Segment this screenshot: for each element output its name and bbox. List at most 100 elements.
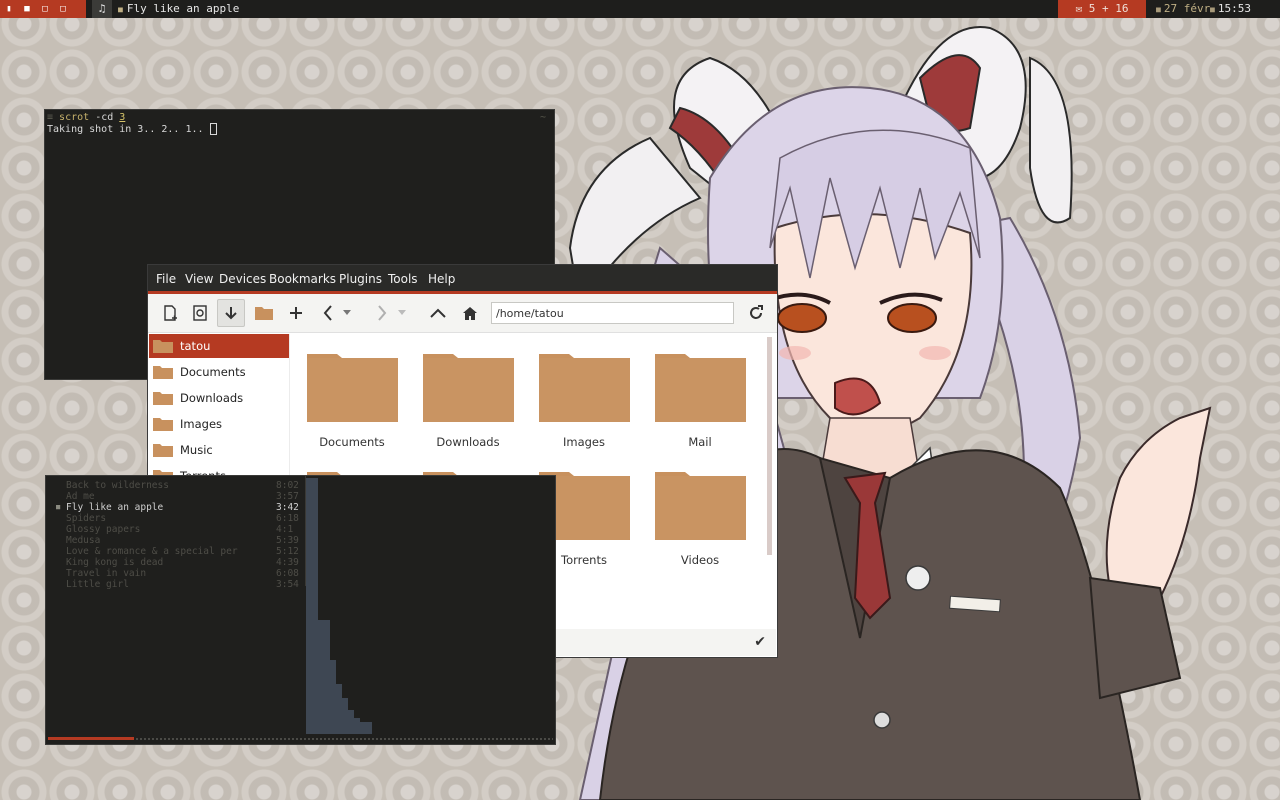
workspace-4-button[interactable]: □ <box>54 0 72 18</box>
visualizer-bar <box>330 660 336 734</box>
cwd-marker: ~ <box>539 112 546 123</box>
forward-icon[interactable] <box>368 299 396 327</box>
mail-indicator[interactable]: ✉ 5 + 16 <box>1058 0 1146 18</box>
folder-label: Documents <box>319 435 385 449</box>
playlist-track[interactable]: Ad me 3:57 <box>56 491 306 502</box>
command-delay: 3 <box>119 112 126 123</box>
date-widget: ■ 27 févr. <box>1156 0 1217 19</box>
folder-icon <box>655 472 746 540</box>
folder-label: Videos <box>680 553 720 567</box>
playlist-track[interactable]: Love & romance & a special per 5:12 <box>56 546 306 557</box>
workspace-3-button[interactable]: □ <box>36 0 54 18</box>
sidebar-item-downloads[interactable]: Downloads <box>149 386 289 410</box>
sidebar-item-tatou[interactable]: tatou <box>149 334 289 358</box>
parent-directory-icon[interactable] <box>424 299 452 327</box>
folder-label: Images <box>562 435 605 449</box>
track-title: Ad me <box>66 491 95 502</box>
folder-icon <box>153 444 173 457</box>
track-duration: 5:12 <box>276 546 299 557</box>
menu-tools[interactable]: Tools <box>388 272 418 286</box>
bullet-icon: ■ <box>1156 5 1161 14</box>
back-history-dropdown-icon[interactable] <box>340 299 354 327</box>
menu-view[interactable]: View <box>185 272 213 286</box>
toolbar <box>148 294 777 333</box>
cursor-block <box>209 123 217 135</box>
bullet-icon: ■ <box>1210 5 1215 14</box>
folder-icon <box>153 392 173 405</box>
time-label: 15:53 <box>1217 2 1251 15</box>
music-player-window[interactable]: Back to wilderness 8:02 Ad me 3:57 ■ Fly li… <box>45 475 556 745</box>
add-icon[interactable] <box>282 299 310 327</box>
download-icon[interactable] <box>217 299 245 327</box>
playlist-track[interactable]: Back to wilderness 8:02 <box>56 480 306 491</box>
track-title: Glossy papers <box>66 524 141 535</box>
folder-icon <box>153 340 173 353</box>
command-name: scrot <box>59 112 90 123</box>
status-bar: ✔ <box>555 629 776 656</box>
track-title: Medusa <box>66 535 101 546</box>
visualizer-bar <box>336 684 342 734</box>
sidebar-item-label: Downloads <box>180 391 244 405</box>
date-label: 27 févr. <box>1163 2 1217 15</box>
visualizer-bar <box>342 698 348 734</box>
menu-help[interactable]: Help <box>428 272 455 286</box>
playlist-track[interactable]: Medusa 5:39 <box>56 535 306 546</box>
playlist-track[interactable]: Travel in vain 6:08 <box>56 568 306 579</box>
forward-history-dropdown-icon[interactable] <box>395 299 409 327</box>
workspace-switcher: ▮ ■ □ □ <box>0 0 86 18</box>
playlist-track[interactable]: Little girl 3:54 <box>56 579 306 590</box>
track-duration: 6:18 <box>276 513 299 524</box>
home-icon[interactable] <box>456 299 484 327</box>
track-duration: 8:02 <box>276 480 299 491</box>
back-icon[interactable] <box>314 299 342 327</box>
folder-icon <box>153 418 173 431</box>
menu-devices[interactable]: Devices <box>219 272 266 286</box>
track-title: Back to wilderness <box>66 480 169 491</box>
playlist-track-playing[interactable]: ■ Fly like an apple 3:42 <box>56 502 306 513</box>
workspace-1-button[interactable]: ▮ <box>0 0 18 18</box>
visualizer-bar <box>360 722 372 734</box>
visualizer-bar <box>354 718 360 734</box>
playlist-track[interactable]: Glossy papers 4:1 <box>56 524 306 535</box>
focused-window-title: ■ Fly like an apple <box>118 0 239 19</box>
folder-icon <box>539 354 630 422</box>
address-bar[interactable] <box>491 302 734 324</box>
visualizer-bar <box>348 710 354 734</box>
bullet-icon: ■ <box>118 5 123 14</box>
folder-icon[interactable] <box>250 299 278 327</box>
track-duration: 5:39 <box>276 535 299 546</box>
command-args: -cd <box>95 112 114 123</box>
visualizer-bar <box>318 620 330 734</box>
folder-icon <box>307 354 398 422</box>
top-panel: ▮ ■ □ □ ♫ ■ Fly like an apple ✉ 5 + 16 ■ 2… <box>0 0 1280 18</box>
playlist-track[interactable]: Spiders 6:18 <box>56 513 306 524</box>
new-file-icon[interactable] <box>156 299 184 327</box>
track-title: Spiders <box>66 513 107 524</box>
sidebar-item-images[interactable]: Images <box>149 412 289 436</box>
workspace-2-button[interactable]: ■ <box>18 0 36 18</box>
sidebar-item-label: tatou <box>180 339 211 353</box>
track-title: King kong is dead <box>66 557 164 568</box>
playback-progress-fill <box>48 737 134 740</box>
sidebar-item-label: Documents <box>180 365 246 379</box>
menu-plugins[interactable]: Plugins <box>339 272 382 286</box>
audio-visualizer <box>306 478 372 734</box>
menu-bookmarks[interactable]: Bookmarks <box>269 272 336 286</box>
sidebar-item-documents[interactable]: Documents <box>149 360 289 384</box>
visualizer-bar <box>306 478 318 734</box>
music-note-icon[interactable]: ♫ <box>92 0 112 18</box>
reload-icon[interactable] <box>742 299 770 327</box>
prompt-line: ≡ scrot -cd 3 <box>47 112 125 123</box>
track-duration: 4:39 <box>276 557 299 568</box>
vertical-scrollbar[interactable] <box>767 337 772 555</box>
menu-file[interactable]: File <box>156 272 176 286</box>
checkmark-icon[interactable]: ✔ <box>754 634 766 650</box>
sidebar-item-music[interactable]: Music <box>149 438 289 462</box>
folder-label: Mail <box>688 435 712 449</box>
playlist: Back to wilderness 8:02 Ad me 3:57 ■ Fly li… <box>56 480 306 590</box>
folder-icon <box>153 366 173 379</box>
playlist-track[interactable]: King kong is dead 4:39 <box>56 557 306 568</box>
sidebar-item-label: Images <box>180 417 223 431</box>
sidebar-item-label: Music <box>180 443 213 457</box>
terminal-here-icon[interactable] <box>186 299 214 327</box>
